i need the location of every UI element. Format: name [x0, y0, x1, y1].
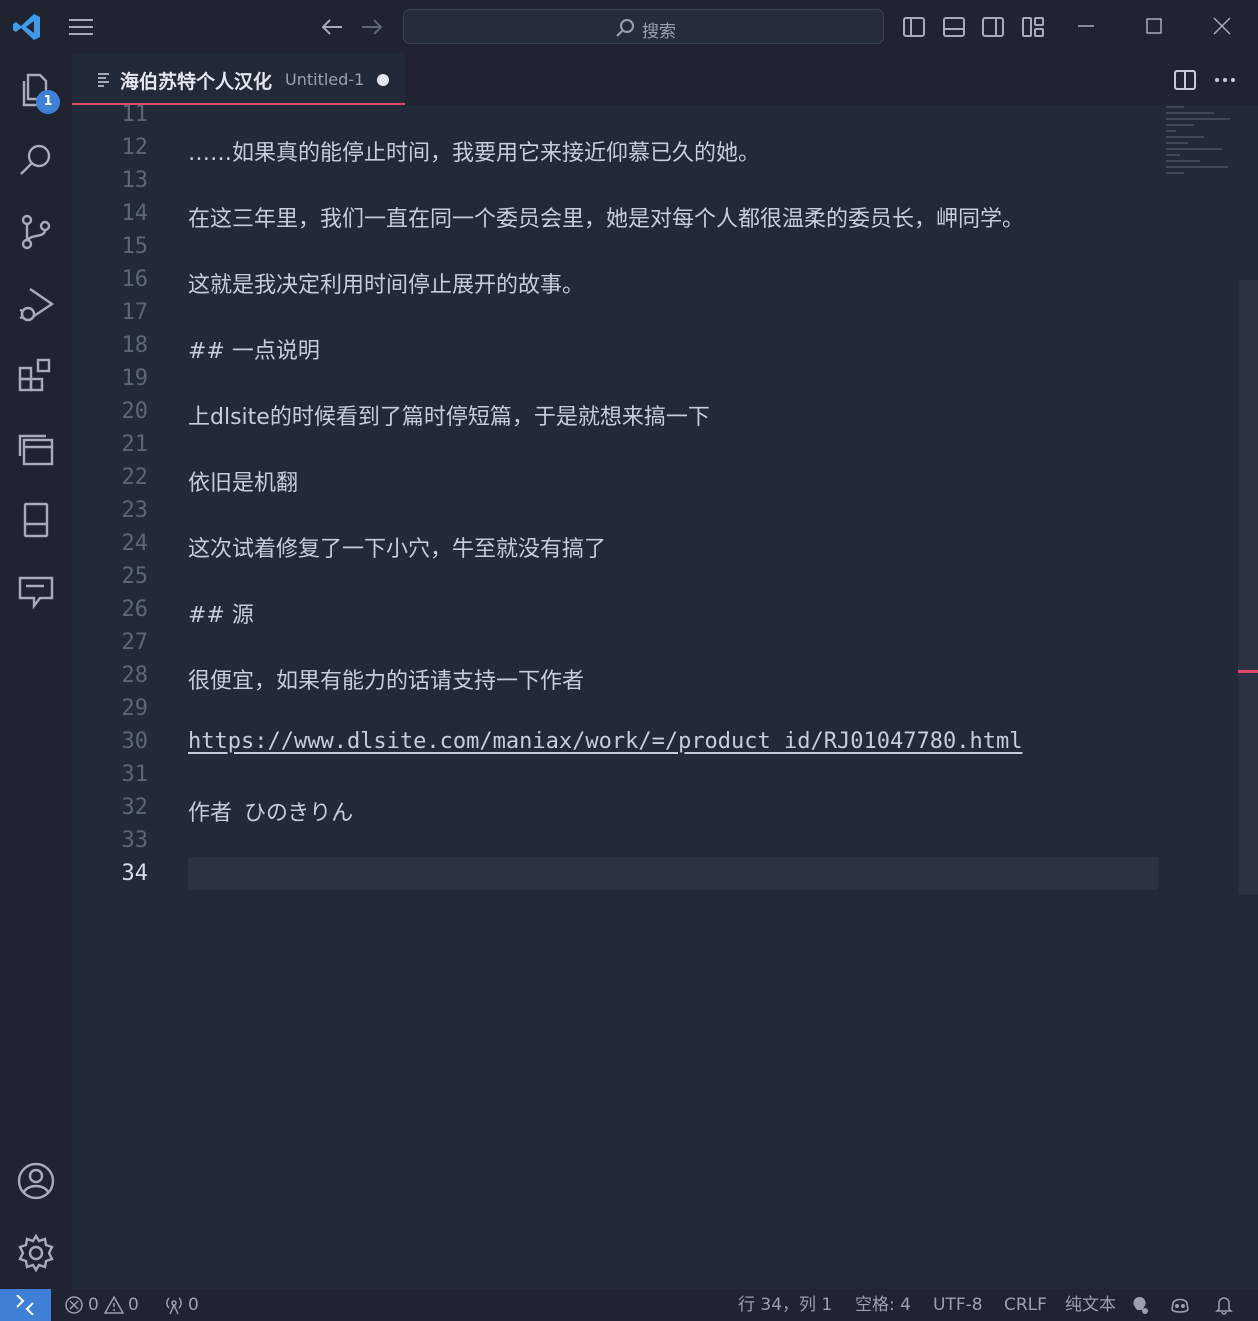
line-number: 31: [121, 762, 149, 787]
scrollbar-cursor-marker: [1238, 670, 1258, 673]
line-number: 32: [121, 795, 149, 820]
line-number: 17: [121, 300, 149, 325]
ports-count[interactable]: 0: [188, 1294, 199, 1316]
toggle-primary-sidebar-icon[interactable]: [900, 13, 928, 41]
accounts-icon[interactable]: [14, 1159, 58, 1203]
copilot-icon[interactable]: [1170, 1295, 1190, 1315]
editor-line: ## 源: [188, 603, 254, 628]
line-number: 14: [121, 201, 149, 226]
notifications-bell-icon[interactable]: [1214, 1295, 1234, 1315]
current-line-highlight: [188, 857, 1158, 890]
title-bar: 搜索: [0, 0, 1258, 53]
run-and-debug-icon[interactable]: [14, 282, 58, 326]
line-number: 29: [121, 696, 149, 721]
editor-tab[interactable]: 海伯苏特个人汉化 Untitled-1: [72, 53, 405, 105]
line-number: 19: [121, 366, 149, 391]
line-number: 12: [121, 135, 149, 160]
editor-line: ## 一点说明: [188, 339, 320, 364]
editor-line: 这次试着修复了一下小穴，牛至就没有搞了: [188, 537, 607, 562]
text-editor[interactable]: 11 12 13 14 15 16 17 18 19 20 21 22 23 24 25 26 27 28 29 30…: [72, 105, 1238, 1289]
line-number: 16: [121, 267, 149, 292]
language-mode[interactable]: 纯文本: [1065, 1294, 1116, 1316]
line-number: 20: [121, 399, 149, 424]
remote-indicator-button[interactable]: [0, 1289, 51, 1321]
editor-link[interactable]: https://www.dlsite.com/maniax/work/=/pro…: [188, 729, 1022, 754]
menu-icon[interactable]: [66, 14, 96, 40]
maximize-window-icon[interactable]: [1140, 12, 1168, 40]
line-number: 13: [121, 168, 149, 193]
ports-antenna-icon[interactable]: [164, 1295, 184, 1315]
toggle-secondary-sidebar-icon[interactable]: [979, 13, 1007, 41]
tab-title: 海伯苏特个人汉化: [120, 71, 273, 93]
chat-icon[interactable]: [14, 570, 58, 614]
editor-line: 作者 ひのきりん: [188, 801, 354, 826]
back-arrow-icon[interactable]: [318, 14, 346, 40]
line-number: 25: [121, 564, 149, 589]
warning-icon[interactable]: [103, 1295, 125, 1315]
activity-bar: 1: [0, 53, 72, 1289]
error-count[interactable]: 0: [88, 1294, 99, 1316]
search-icon[interactable]: [14, 138, 58, 182]
remote-explorer-icon[interactable]: [14, 426, 58, 470]
split-editor-icon[interactable]: [1172, 67, 1198, 93]
editor-line: 在这三年里，我们一直在同一个委员会里，她是对每个人都很温柔的委员长，岬同学。: [188, 207, 1025, 232]
line-number: 24: [121, 531, 149, 556]
warning-count[interactable]: 0: [128, 1294, 139, 1316]
error-icon[interactable]: [64, 1295, 84, 1315]
indentation[interactable]: 空格: 4: [855, 1294, 911, 1316]
remote-icon: [16, 1295, 34, 1315]
line-number: 18: [121, 333, 149, 358]
editor-line: 很便宜，如果有能力的话请支持一下作者: [188, 669, 585, 694]
line-number: 34: [121, 861, 149, 886]
search-placeholder: 搜索: [642, 22, 676, 42]
search-icon: [614, 17, 636, 39]
line-number: 27: [121, 630, 149, 655]
editor-line: 依旧是机翻: [188, 471, 299, 496]
language-status-icon[interactable]: [1130, 1295, 1150, 1315]
extensions-icon[interactable]: [14, 354, 58, 398]
line-number: 28: [121, 663, 149, 688]
close-window-icon[interactable]: [1208, 12, 1236, 40]
tab-description: Untitled-1: [285, 70, 365, 89]
end-of-line[interactable]: CRLF: [1004, 1294, 1047, 1316]
line-number: 22: [121, 465, 149, 490]
editor-line: 上dlsite的时候看到了篇时停短篇，于是就想来搞一下: [188, 405, 710, 430]
scrollbar-thumb[interactable]: [1238, 280, 1258, 895]
editor-line: 这就是我决定利用时间停止展开的故事。: [188, 273, 585, 298]
more-actions-icon[interactable]: [1212, 67, 1238, 93]
explorer-badge: 1: [36, 90, 60, 114]
line-number: 33: [121, 828, 149, 853]
customize-layout-icon[interactable]: [1019, 13, 1047, 41]
minimap[interactable]: [1164, 105, 1238, 185]
text-file-icon: [96, 71, 112, 87]
line-number: 11: [121, 105, 149, 127]
command-search-box[interactable]: 搜索: [403, 9, 884, 44]
line-number: 30: [121, 729, 149, 754]
notebook-icon[interactable]: [14, 498, 58, 542]
forward-arrow-icon[interactable]: [358, 14, 386, 40]
editor-line: ……如果真的能停止时间，我要用它来接近仰慕已久的她。: [188, 141, 761, 166]
toggle-panel-icon[interactable]: [940, 13, 968, 41]
editor-tab-bar: 海伯苏特个人汉化 Untitled-1: [72, 53, 1258, 105]
line-number: 26: [121, 597, 149, 622]
file-encoding[interactable]: UTF-8: [933, 1294, 983, 1316]
source-control-icon[interactable]: [14, 210, 58, 254]
line-number: 23: [121, 498, 149, 523]
cursor-position[interactable]: 行 34，列 1: [738, 1294, 832, 1316]
line-number: 21: [121, 432, 149, 457]
unsaved-dot-icon[interactable]: [377, 74, 389, 86]
minimize-window-icon[interactable]: [1072, 12, 1100, 40]
settings-gear-icon[interactable]: [14, 1231, 58, 1275]
vscode-logo-icon: [10, 10, 44, 44]
line-number: 15: [121, 234, 149, 259]
status-bar: 0 0 0 行 34，列 1 空格: 4 UTF-8 CRLF 纯文本: [0, 1289, 1258, 1321]
